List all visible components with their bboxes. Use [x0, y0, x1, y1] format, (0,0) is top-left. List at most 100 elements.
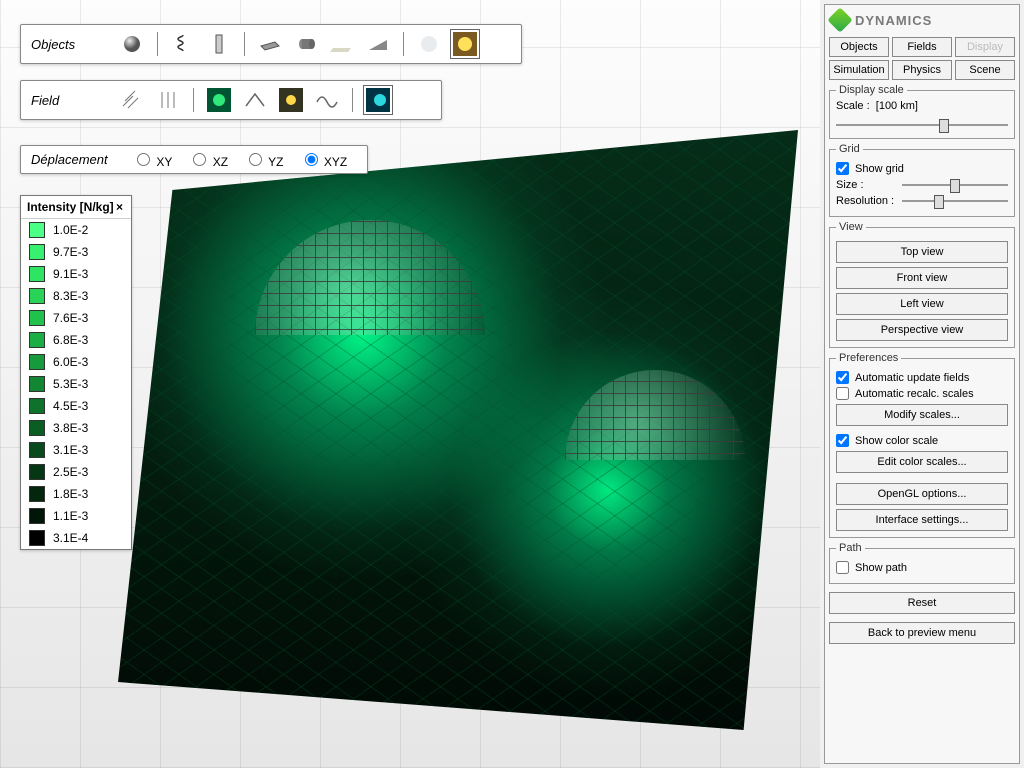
legend-row: 3.1E-4 — [21, 527, 131, 549]
group-grid: Grid Show grid Size : Resolution : — [829, 143, 1015, 217]
legend-swatch — [29, 464, 45, 480]
legend-row: 5.3E-3 — [21, 373, 131, 395]
object-cylinder-icon[interactable] — [291, 29, 321, 59]
field-arrows-diag-icon[interactable] — [117, 85, 147, 115]
legend-swatch — [29, 354, 45, 370]
legend-row-label: 7.6E-3 — [53, 311, 88, 325]
legend-row: 6.8E-3 — [21, 329, 131, 351]
res-slider[interactable] — [902, 194, 1008, 208]
chk-show-path[interactable]: Show path — [836, 561, 1008, 574]
radio-xy-label: XY — [156, 155, 172, 169]
legend-row-label: 1.0E-2 — [53, 223, 88, 237]
btn-left-view[interactable]: Left view — [836, 293, 1008, 315]
legend-prefs: Preferences — [836, 352, 901, 364]
field-peak-icon[interactable] — [240, 85, 270, 115]
separator — [403, 32, 404, 56]
radio-xz[interactable]: XZ — [188, 150, 228, 169]
separator — [157, 32, 158, 56]
legend-intensity: Intensity [N/kg] × 1.0E-29.7E-39.1E-38.3… — [20, 195, 132, 550]
field-wave-icon[interactable] — [312, 85, 342, 115]
legend-row-label: 6.8E-3 — [53, 333, 88, 347]
btn-perspective-view[interactable]: Perspective view — [836, 319, 1008, 341]
chk-show-scale[interactable]: Show color scale — [836, 434, 1008, 447]
legend-swatch — [29, 222, 45, 238]
size-label: Size : — [836, 179, 896, 191]
toolbar-objects-title: Objects — [31, 37, 111, 52]
legend-row: 1.1E-3 — [21, 505, 131, 527]
legend-row: 3.8E-3 — [21, 417, 131, 439]
legend-title: Intensity [N/kg] — [27, 200, 114, 214]
legend-row-label: 6.0E-3 — [53, 355, 88, 369]
legend-row: 9.7E-3 — [21, 241, 131, 263]
chk-show-path-label: Show path — [855, 562, 907, 574]
tab-physics[interactable]: Physics — [892, 60, 952, 80]
legend-swatch — [29, 332, 45, 348]
legend-swatch — [29, 486, 45, 502]
legend-row-label: 4.5E-3 — [53, 399, 88, 413]
group-display-scale: Display scale Scale : [100 km] — [829, 84, 1015, 139]
chk-show-scale-label: Show color scale — [855, 435, 938, 447]
field-yellow-icon[interactable] — [276, 85, 306, 115]
separator — [352, 88, 353, 112]
scale-label: Scale : — [836, 100, 870, 112]
toolbar-displacement-title: Déplacement — [31, 152, 126, 167]
radio-xy[interactable]: XY — [132, 150, 172, 169]
btn-opengl-options[interactable]: OpenGL options... — [836, 483, 1008, 505]
object-ball-light-icon[interactable] — [414, 29, 444, 59]
legend-swatch — [29, 508, 45, 524]
legend-swatch — [29, 398, 45, 414]
legend-row: 3.1E-3 — [21, 439, 131, 461]
object-plate-icon[interactable] — [255, 29, 285, 59]
chk-auto-update-label: Automatic update fields — [855, 372, 969, 384]
field-green-icon[interactable] — [204, 85, 234, 115]
brand-label: DYNAMICS — [855, 13, 932, 28]
legend-row-label: 5.3E-3 — [53, 377, 88, 391]
btn-top-view[interactable]: Top view — [836, 241, 1008, 263]
object-column-icon[interactable] — [204, 29, 234, 59]
tab-fields[interactable]: Fields — [892, 37, 952, 57]
toolbar-field: Field — [20, 80, 442, 120]
size-slider[interactable] — [902, 178, 1008, 192]
radio-xyz[interactable]: XYZ — [300, 150, 348, 169]
toolbar-displacement: Déplacement XY XZ YZ XYZ — [20, 145, 368, 174]
legend-view: View — [836, 221, 866, 233]
object-floor-icon[interactable] — [327, 29, 357, 59]
object-sphere-icon[interactable] — [117, 29, 147, 59]
chk-show-grid[interactable]: Show grid — [836, 162, 1008, 175]
chk-auto-scale[interactable]: Automatic recalc. scales — [836, 387, 1008, 400]
tab-objects[interactable]: Objects — [829, 37, 889, 57]
object-ball-glow-icon[interactable] — [450, 29, 480, 59]
right-panel: DYNAMICS ObjectsFieldsDisplaySimulationP… — [824, 4, 1020, 764]
scale-slider[interactable] — [836, 118, 1008, 132]
radio-yz-label: YZ — [268, 155, 283, 169]
btn-modify-scales[interactable]: Modify scales... — [836, 404, 1008, 426]
radio-yz[interactable]: YZ — [244, 150, 283, 169]
legend-path: Path — [836, 542, 865, 554]
logo-icon — [827, 7, 852, 32]
group-path: Path Show path — [829, 542, 1015, 584]
separator — [244, 32, 245, 56]
field-arrows-vert-icon[interactable] — [153, 85, 183, 115]
tab-simulation[interactable]: Simulation — [829, 60, 889, 80]
legend-swatch — [29, 288, 45, 304]
btn-reset[interactable]: Reset — [829, 592, 1015, 614]
toolbar-objects: Objects — [20, 24, 522, 64]
btn-interface-settings[interactable]: Interface settings... — [836, 509, 1008, 531]
res-label: Resolution : — [836, 195, 896, 207]
legend-swatch — [29, 442, 45, 458]
radio-xyz-label: XYZ — [324, 155, 347, 169]
object-ramp-icon[interactable] — [363, 29, 393, 59]
legend-row-label: 1.1E-3 — [53, 509, 88, 523]
btn-back-preview[interactable]: Back to preview menu — [829, 622, 1015, 644]
chk-auto-update[interactable]: Automatic update fields — [836, 371, 1008, 384]
legend-close-icon[interactable]: × — [114, 200, 125, 214]
brand: DYNAMICS — [829, 9, 1015, 33]
btn-front-view[interactable]: Front view — [836, 267, 1008, 289]
btn-edit-color-scales[interactable]: Edit color scales... — [836, 451, 1008, 473]
group-view: View Top view Front view Left view Perspect… — [829, 221, 1015, 348]
field-cyan-icon[interactable] — [363, 85, 393, 115]
tab-scene[interactable]: Scene — [955, 60, 1015, 80]
object-spring-icon[interactable] — [168, 29, 198, 59]
legend-row: 7.6E-3 — [21, 307, 131, 329]
legend-swatch — [29, 310, 45, 326]
